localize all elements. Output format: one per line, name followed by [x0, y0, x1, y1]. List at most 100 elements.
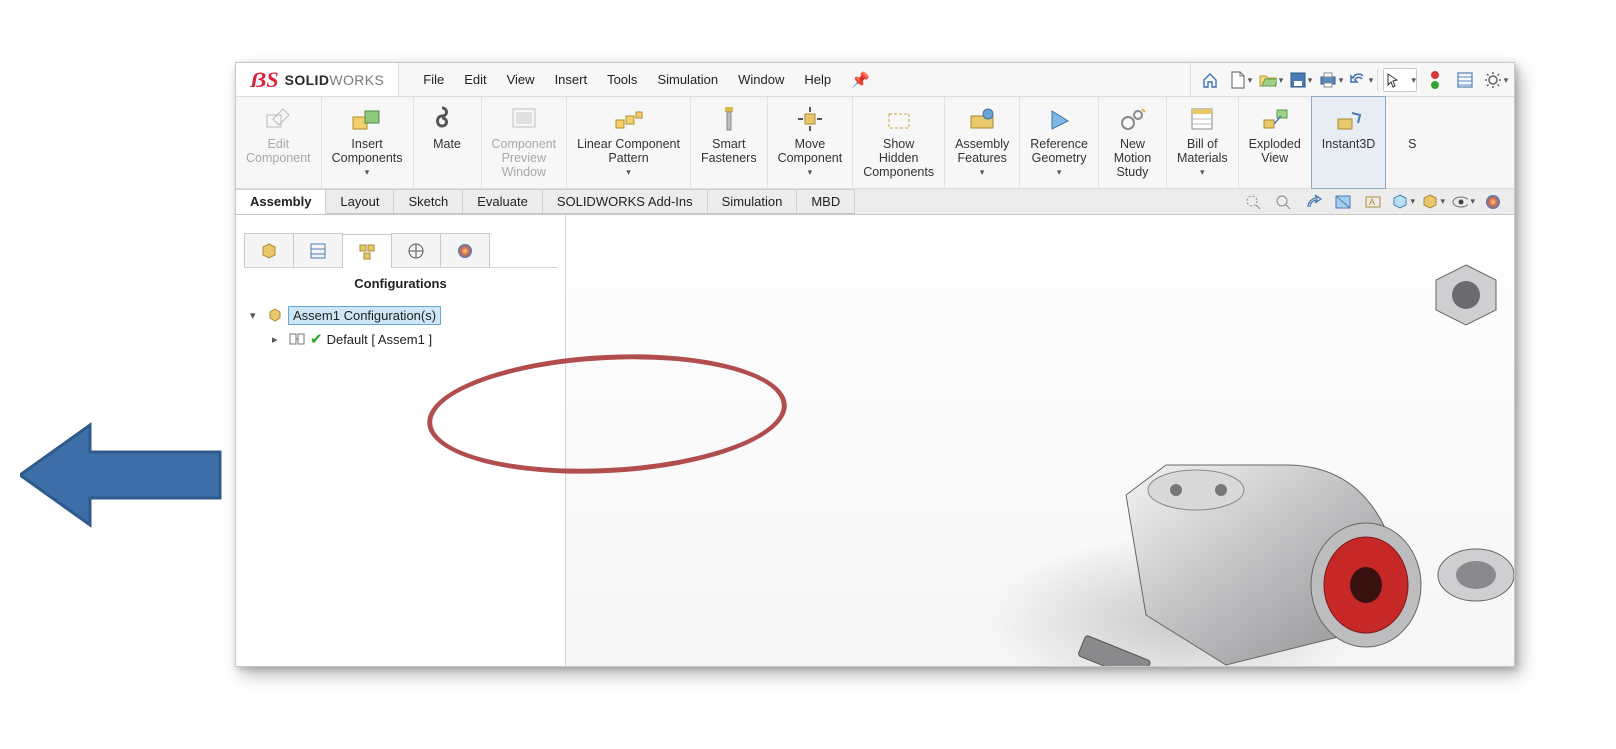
menu-help[interactable]: Help — [794, 72, 841, 87]
undo-button[interactable]: ▾ — [1348, 68, 1372, 92]
menu-file[interactable]: File — [413, 72, 454, 87]
dropdown-icon[interactable]: ▾ — [1200, 167, 1205, 178]
options-button[interactable]: ▾ — [1483, 68, 1507, 92]
panel-title: Configurations — [236, 268, 565, 297]
appearance-icon[interactable] — [1481, 190, 1505, 214]
menu-items: File Edit View Insert Tools Simulation W… — [399, 63, 1190, 96]
ribbon-new-motion-study[interactable]: New Motion Study — [1099, 97, 1167, 188]
tree-child-label: Default [ Assem1 ] — [327, 332, 433, 347]
ribbon-component-preview[interactable]: Component Preview Window — [482, 97, 568, 188]
model-render-icon — [566, 215, 1514, 666]
menu-simulation[interactable]: Simulation — [647, 72, 728, 87]
tree-root[interactable]: ▾ Assem1 Configuration(s) — [250, 303, 551, 327]
prev-view-icon[interactable] — [1301, 190, 1325, 214]
panel-tab-property-manager[interactable] — [293, 233, 343, 267]
ribbon-edit-component[interactable]: Edit Component — [236, 97, 322, 188]
menu-insert[interactable]: Insert — [545, 72, 598, 87]
menu-window[interactable]: Window — [728, 72, 794, 87]
panel-tab-display-manager[interactable] — [440, 233, 490, 267]
panel-tabs — [244, 233, 557, 268]
pin-menu-icon[interactable]: 📌 — [841, 71, 880, 89]
traffic-light-icon[interactable] — [1423, 68, 1447, 92]
dropdown-icon[interactable]: ▾ — [808, 167, 813, 178]
tab-mbd[interactable]: MBD — [797, 189, 855, 214]
command-tabs: Assembly Layout Sketch Evaluate SOLIDWOR… — [236, 189, 1514, 215]
insert-components-icon — [351, 103, 383, 135]
motion-study-icon — [1116, 103, 1148, 135]
command-ribbon: Edit Component Insert Components ▾ Mate … — [236, 97, 1514, 189]
configuration-tree: ▾ Assem1 Configuration(s) ▸ ✔ Default [ … — [236, 297, 565, 357]
panel-tab-feature-tree[interactable] — [244, 233, 294, 267]
tab-evaluate[interactable]: Evaluate — [463, 189, 543, 214]
ribbon-linear-pattern[interactable]: Linear Component Pattern ▾ — [567, 97, 691, 188]
instant3d-icon — [1333, 103, 1365, 135]
ribbon-show-hidden[interactable]: Show Hidden Components — [853, 97, 945, 188]
dropdown-icon[interactable]: ▾ — [365, 167, 370, 178]
tab-sketch[interactable]: Sketch — [394, 189, 463, 214]
callout-arrow-icon — [20, 410, 225, 540]
collapse-icon[interactable]: ▾ — [250, 309, 262, 322]
new-document-button[interactable]: ▾ — [1228, 68, 1252, 92]
tab-simulation[interactable]: Simulation — [708, 189, 798, 214]
ribbon-instant3d[interactable]: Instant3D — [1311, 96, 1387, 189]
ribbon-bom[interactable]: Bill of Materials ▾ — [1167, 97, 1239, 188]
ribbon-mate[interactable]: Mate — [414, 97, 482, 188]
save-button[interactable]: ▾ — [1288, 68, 1312, 92]
select-tool-button[interactable]: ▾ — [1383, 68, 1417, 92]
bom-icon — [1186, 103, 1218, 135]
show-hidden-icon — [883, 103, 915, 135]
brand-solid: SOLID — [285, 72, 330, 88]
linear-pattern-icon — [613, 103, 645, 135]
ds-logo-icon: ẞS — [250, 67, 279, 93]
reference-geometry-icon — [1043, 103, 1075, 135]
tree-root-label: Assem1 Configuration(s) — [288, 306, 441, 325]
dropdown-icon[interactable]: ▾ — [1057, 167, 1062, 178]
display-style-icon[interactable]: ▾ — [1421, 190, 1445, 214]
toolbar-separator — [1377, 69, 1378, 91]
move-component-icon — [794, 103, 826, 135]
assembly-features-icon — [966, 103, 998, 135]
quick-access-toolbar: ▾ ▾ ▾ ▾ ▾ ▾ ▾ — [1190, 63, 1514, 96]
ribbon-assembly-features[interactable]: Assembly Features ▾ — [945, 97, 1020, 188]
ribbon-exploded-view[interactable]: Exploded View — [1239, 97, 1312, 188]
task-pane-button[interactable] — [1453, 68, 1477, 92]
zoom-area-icon[interactable] — [1271, 190, 1295, 214]
edit-component-icon — [262, 103, 294, 135]
hide-show-icon[interactable]: ▾ — [1451, 190, 1475, 214]
expand-icon[interactable]: ▸ — [272, 333, 284, 346]
panel-tab-dimxpert[interactable] — [391, 233, 441, 267]
menu-tools[interactable]: Tools — [597, 72, 647, 87]
menu-view[interactable]: View — [497, 72, 545, 87]
tree-child[interactable]: ▸ ✔ Default [ Assem1 ] — [250, 327, 551, 351]
dynamic-annotation-icon[interactable]: A — [1361, 190, 1385, 214]
work-area: Configurations ▾ Assem1 Configuration(s)… — [236, 215, 1514, 666]
menu-edit[interactable]: Edit — [454, 72, 496, 87]
panel-tab-configuration-manager[interactable] — [342, 234, 392, 268]
ribbon-partial[interactable]: S — [1386, 97, 1442, 188]
exploded-view-icon — [1259, 103, 1291, 135]
tab-assembly[interactable]: Assembly — [236, 189, 326, 214]
view-orientation-icon[interactable]: ▾ — [1391, 190, 1415, 214]
app-window: ẞS SOLIDWORKS File Edit View Insert Tool… — [235, 62, 1515, 667]
dropdown-icon[interactable]: ▾ — [980, 167, 985, 178]
tab-layout[interactable]: Layout — [326, 189, 394, 214]
component-preview-icon — [508, 103, 540, 135]
svg-text:A: A — [1369, 197, 1375, 207]
config-link-icon — [288, 330, 306, 348]
smart-fasteners-icon — [713, 103, 745, 135]
open-document-button[interactable]: ▾ — [1258, 68, 1282, 92]
ribbon-smart-fasteners[interactable]: Smart Fasteners — [691, 97, 768, 188]
feature-manager-panel: Configurations ▾ Assem1 Configuration(s)… — [236, 215, 566, 666]
home-button[interactable] — [1198, 68, 1222, 92]
print-button[interactable]: ▾ — [1318, 68, 1342, 92]
ribbon-insert-components[interactable]: Insert Components ▾ — [322, 97, 414, 188]
dropdown-icon[interactable]: ▾ — [626, 167, 631, 178]
zoom-fit-icon[interactable] — [1241, 190, 1265, 214]
graphics-viewport[interactable] — [566, 215, 1514, 666]
tab-addins[interactable]: SOLIDWORKS Add-Ins — [543, 189, 708, 214]
section-view-icon[interactable] — [1331, 190, 1355, 214]
menubar: ẞS SOLIDWORKS File Edit View Insert Tool… — [236, 63, 1514, 97]
ribbon-move-component[interactable]: Move Component ▾ — [768, 97, 854, 188]
heads-up-view-toolbar: A ▾ ▾ ▾ — [1232, 189, 1514, 214]
ribbon-reference-geometry[interactable]: Reference Geometry ▾ — [1020, 97, 1099, 188]
